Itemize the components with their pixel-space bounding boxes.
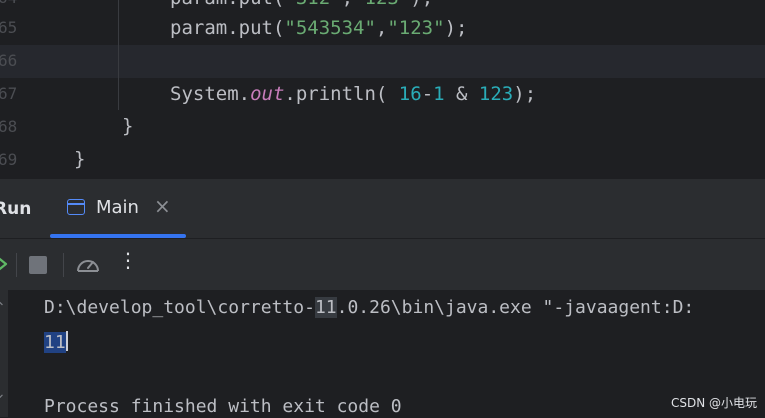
close-icon[interactable]: × bbox=[154, 194, 171, 218]
console-window-icon bbox=[67, 199, 85, 215]
line-number: 65 bbox=[0, 18, 18, 37]
current-line-highlight bbox=[0, 45, 765, 78]
code-editor[interactable]: 64 65 66 67 68 69 param.put("312","123")… bbox=[0, 0, 765, 178]
toolbar-separator bbox=[63, 253, 64, 277]
console-side-toolbar: ⌃ ⌄ bbox=[0, 290, 8, 417]
console-command-line: D:\develop_tool\corretto-11.0.26\bin\jav… bbox=[44, 297, 695, 318]
profiler-gauge-icon[interactable] bbox=[75, 253, 101, 275]
scroll-down-icon[interactable]: ⌄ bbox=[0, 386, 6, 402]
line-number: 66 bbox=[0, 51, 17, 70]
indent-guide bbox=[118, 0, 119, 110]
run-tool-window-header: Run Main × bbox=[0, 178, 765, 238]
line-number: 64 bbox=[0, 0, 17, 8]
scroll-up-icon[interactable]: ⌃ bbox=[0, 300, 6, 316]
watermark: CSDN @小电玩 bbox=[670, 396, 757, 410]
console-output[interactable]: ⌃ ⌄ D:\develop_tool\corretto-11.0.26\bin… bbox=[0, 290, 765, 417]
closing-brace[interactable]: } bbox=[74, 147, 85, 171]
line-number: 68 bbox=[0, 117, 18, 136]
console-exit-message: Process finished with exit code 0 bbox=[44, 396, 402, 417]
toolbar-separator bbox=[16, 253, 17, 277]
text-caret bbox=[65, 331, 68, 351]
code-line-put-2[interactable]: param.put("543534","123"); bbox=[170, 16, 467, 40]
console-output-line[interactable]: 11 bbox=[44, 331, 68, 354]
code-line-put-1[interactable]: param.put("312","123"); bbox=[170, 0, 433, 10]
closing-brace[interactable]: } bbox=[122, 114, 133, 138]
rerun-icon[interactable] bbox=[0, 253, 8, 275]
more-options-icon[interactable]: ⋮ bbox=[118, 249, 138, 271]
tab-label: Main bbox=[96, 197, 139, 218]
tab-main[interactable]: Main × bbox=[50, 179, 186, 239]
run-panel-title: Run bbox=[0, 199, 32, 219]
line-number: 69 bbox=[0, 150, 18, 169]
code-line-println[interactable]: System.out.println( 16-1 & 123); bbox=[170, 82, 536, 106]
stop-icon[interactable] bbox=[29, 256, 47, 274]
run-toolbar: ⋮ bbox=[0, 238, 765, 290]
line-number: 67 bbox=[0, 84, 18, 103]
